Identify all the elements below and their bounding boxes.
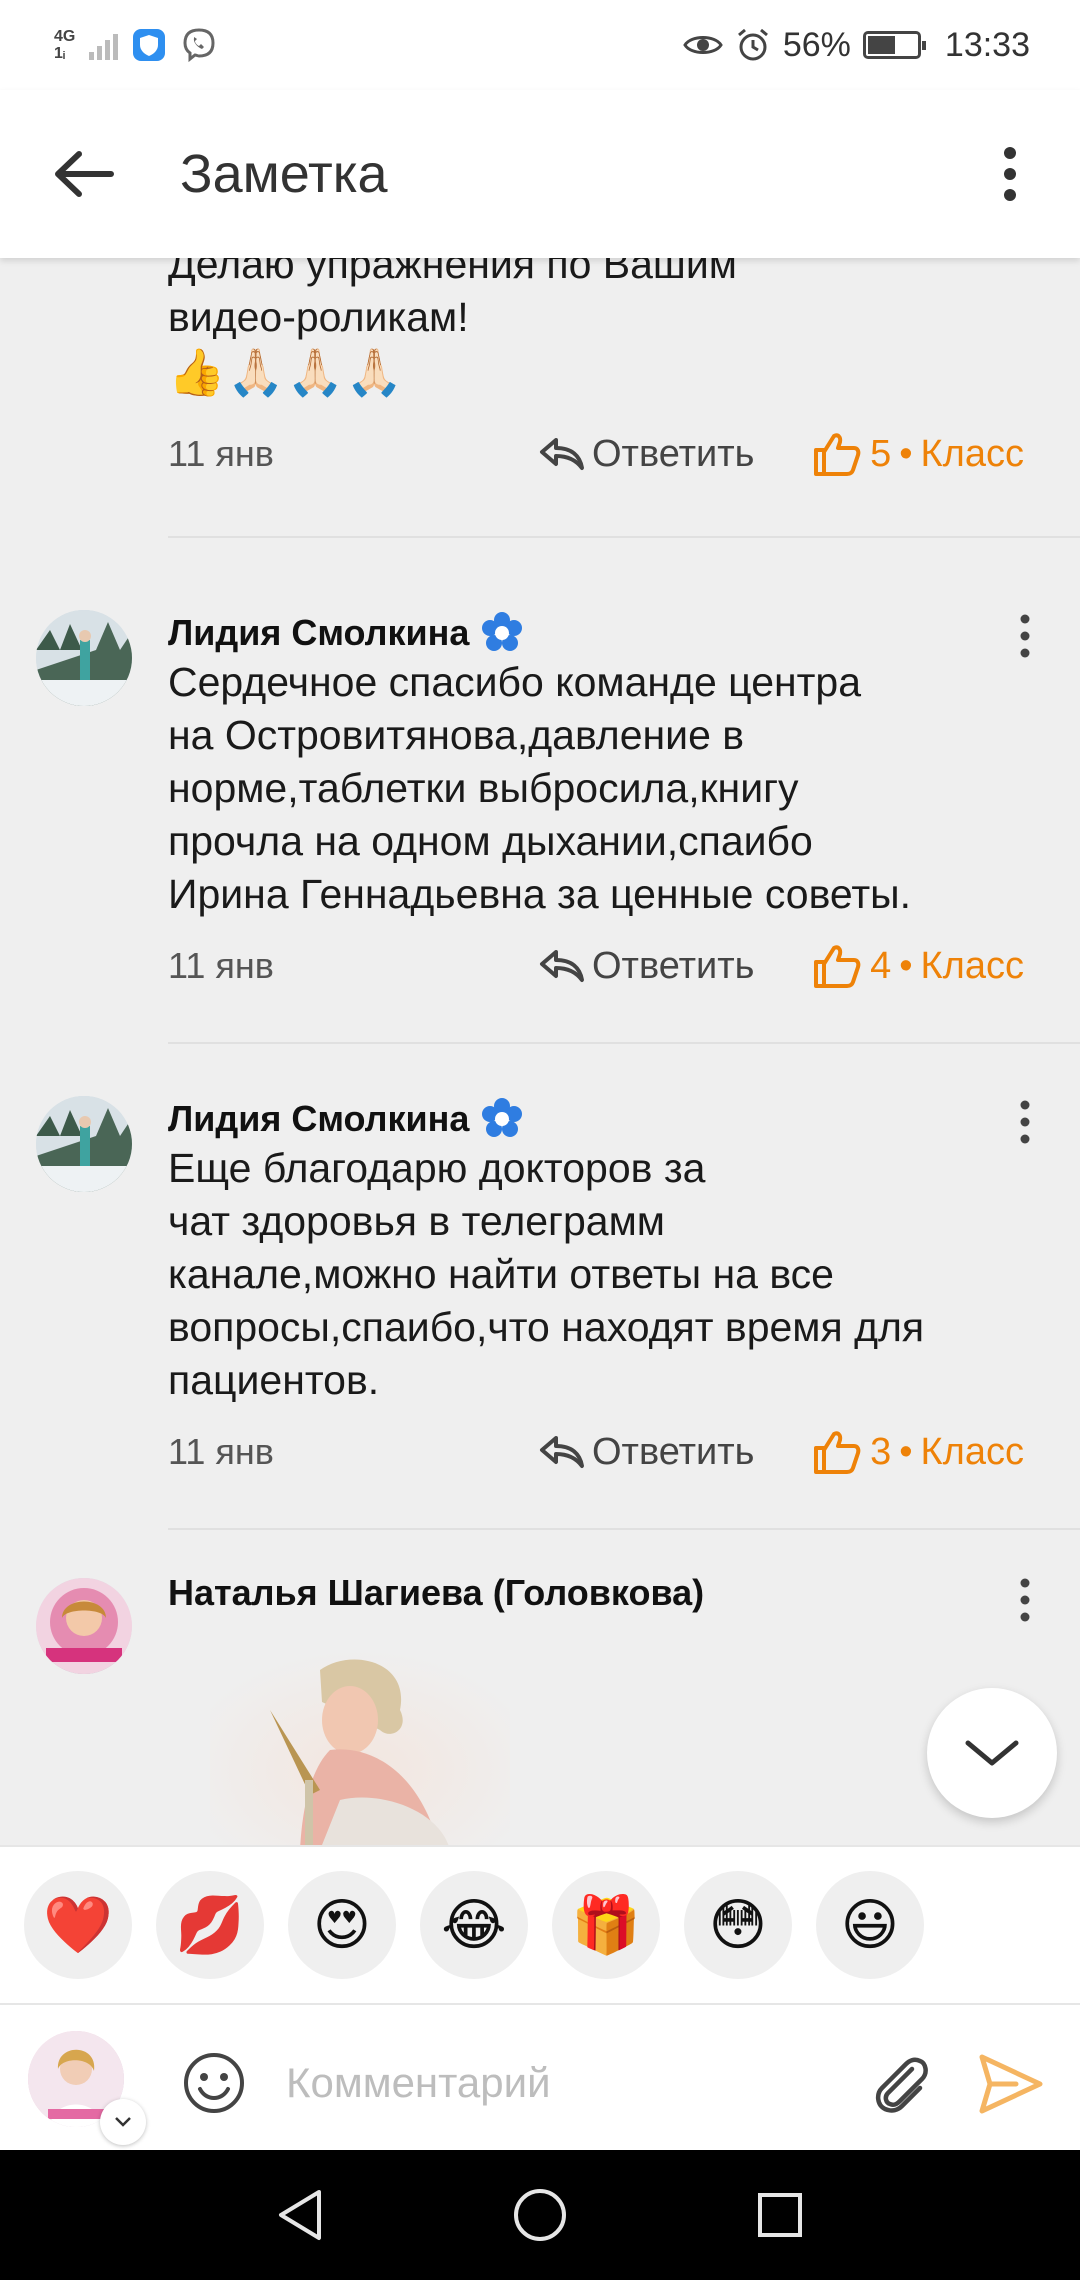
comment-meta: 11 янв Ответить 5 • Класс [168,424,1028,484]
network-indicator: 4G 1ᵢ [54,28,76,62]
divider [168,536,1080,538]
avatar[interactable] [36,1096,132,1192]
avatar-photo [36,610,132,706]
like-count: 5 [870,432,892,475]
page-title: Заметка [180,144,388,204]
reply-icon [540,438,584,470]
reaction-heart-eyes[interactable]: 😍 [288,1871,396,1979]
reply-button[interactable]: Ответить [538,945,754,988]
comments-feed[interactable]: Делаю упражнения по Вашим видео-роликам!… [0,258,1080,1845]
portrait-image [210,1650,510,1845]
reply-button[interactable]: Ответить [538,433,754,476]
viber-icon [183,28,215,63]
klass-button[interactable]: 3 • Класс [812,1428,1024,1476]
like-count: 4 [870,944,892,987]
like-count: 3 [870,1430,892,1473]
avatar[interactable] [36,1578,132,1674]
chevron-down-icon [115,2117,131,2127]
triangle-back-icon [279,2190,321,2240]
square-recents-icon [758,2193,802,2237]
comment-meta: 11 янв Ответить 3 • Класс [168,1422,1028,1482]
more-vertical-icon [1020,1578,1030,1622]
battery-percent: 56% [782,25,851,64]
thumb-up-icon [814,1431,861,1474]
comment-menu-button[interactable] [1010,1570,1040,1630]
reply-icon [540,950,584,982]
comment-emoji: 👍🙏🏻🙏🏻🙏🏻 [168,346,406,398]
nav-back-button[interactable] [265,2180,335,2250]
comment-input[interactable] [286,2043,846,2123]
emoji-button[interactable] [182,2051,246,2115]
comment-text: Сердечное спасибо команде центра на Остр… [168,659,911,917]
reaction-heart[interactable]: ❤️ [24,1871,132,1979]
flower-badge-icon [482,612,523,651]
circle-home-icon [514,2189,566,2241]
comment-meta: 11 янв Ответить 4 • Класс [168,936,1028,996]
alarm-icon [737,28,768,61]
nav-home-button[interactable] [505,2180,575,2250]
reaction-smile[interactable]: 😃 [816,1871,924,1979]
comment-author[interactable]: Лидия Смолкина [168,1098,469,1140]
overflow-menu-button[interactable] [990,134,1030,214]
chevron-down-icon [965,1740,1019,1766]
smiley-icon [184,2053,244,2113]
reaction-kiss[interactable]: 💋 [156,1871,264,1979]
app-bar: Заметка [0,90,1080,258]
comment-date: 11 янв [168,945,274,986]
thumb-up-icon [814,945,861,988]
reaction-tears-of-joy[interactable]: 😂 [420,1871,528,1979]
eye-icon [683,36,723,54]
comment-text: Еще благодарю докторов за чат здоровья в… [168,1145,925,1403]
flower-badge-icon [482,1098,523,1137]
reply-icon [540,1436,584,1468]
arrow-left-icon [55,151,114,197]
more-vertical-icon [1020,614,1030,658]
thumb-up-icon [814,433,861,476]
klass-button[interactable]: 5 • Класс [812,430,1024,478]
shield-app-icon [133,29,166,61]
comment-date: 11 янв [168,433,274,474]
scroll-down-button[interactable] [927,1688,1057,1818]
back-button[interactable] [44,134,124,214]
account-switch-button[interactable] [100,2099,146,2145]
battery-icon [862,31,926,59]
status-bar: 4G 1ᵢ 56% 13:33 [0,0,1080,90]
comment-image[interactable] [210,1650,510,1845]
more-vertical-icon [1004,147,1016,201]
clock: 13:33 [944,25,1030,64]
comment-input-bar [0,2003,1080,2150]
comment-date: 11 янв [168,1431,274,1472]
comment-item: Лидия Смолкина Сердечное спасибо команде… [0,558,1080,1044]
screen: 4G 1ᵢ 56% 13:33 Заметка Делаю упражнения … [0,0,1080,2280]
klass-button[interactable]: 4 • Класс [812,942,1024,990]
send-icon [979,2054,1043,2114]
reaction-gift[interactable]: 🎁 [552,1871,660,1979]
comment-text: Делаю упражнения по Вашим видео-роликам!… [168,258,1028,400]
reaction-flushed[interactable]: 😳 [684,1871,792,1979]
comment-item: Лидия Смолкина Еще благодарю докторов за… [0,1044,1080,1530]
reply-button[interactable]: Ответить [538,1431,754,1474]
system-nav-bar [0,2150,1080,2280]
attach-button[interactable] [866,2049,936,2119]
avatar-photo [36,1096,132,1192]
signal-icon [89,30,119,60]
nav-recents-button[interactable] [745,2180,815,2250]
reactions-bar: ❤️ 💋 😍 😂 🎁 😳 😃 [0,1845,1080,2003]
avatar[interactable] [36,610,132,706]
paperclip-icon [875,2057,928,2113]
comment-author[interactable]: Лидия Смолкина [168,612,469,654]
send-button[interactable] [976,2049,1046,2119]
more-vertical-icon [1020,1100,1030,1144]
comment-item: Наталья Шагиева (Головкова) [0,1530,1080,1845]
avatar-photo [36,1578,132,1674]
comment-author[interactable]: Наталья Шагиева (Головкова) [168,1572,704,1614]
